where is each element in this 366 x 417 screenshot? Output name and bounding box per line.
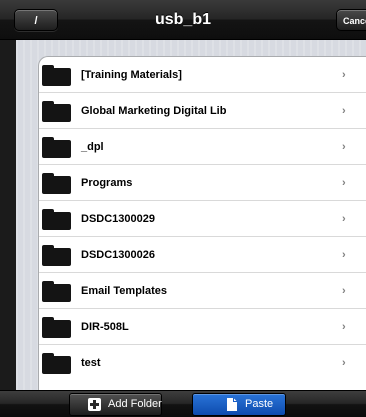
chevron-right-icon: ›	[342, 213, 346, 225]
folder-row[interactable]: [Training Materials] ›	[39, 57, 366, 93]
folder-name: Programs	[81, 177, 133, 189]
folder-icon	[42, 281, 71, 302]
chevron-right-icon: ›	[342, 141, 346, 153]
folder-row[interactable]: DSDC1300026 ›	[39, 237, 366, 273]
chevron-right-icon: ›	[342, 249, 346, 261]
folder-icon	[42, 353, 71, 374]
folder-name: test	[81, 357, 101, 369]
folder-name: DSDC1300026	[81, 249, 155, 261]
folder-icon	[42, 65, 71, 86]
page-title: usb_b1	[154, 11, 211, 28]
cancel-button[interactable]: Cancel	[336, 9, 366, 31]
folder-row[interactable]: Email Templates ›	[39, 273, 366, 309]
folder-name: Email Templates	[81, 285, 167, 297]
chevron-right-icon: ›	[342, 177, 346, 189]
paste-button[interactable]: Paste	[192, 393, 286, 416]
folder-icon	[42, 137, 71, 158]
folder-icon	[42, 101, 71, 122]
folder-icon	[42, 209, 71, 230]
app-window: / usb_b1 Cancel [Training Materials]›Glo…	[0, 0, 366, 417]
folder-name: DIR-508L	[81, 321, 129, 333]
folder-name: DSDC1300029	[81, 213, 155, 225]
content-area: [Training Materials]›Global Marketing Di…	[16, 40, 366, 390]
chevron-right-icon: ›	[342, 357, 346, 369]
folder-name: [Training Materials]	[81, 69, 182, 81]
folder-row[interactable]: test ›	[39, 345, 366, 381]
chevron-right-icon: ›	[342, 69, 346, 81]
folder-name: Global Marketing Digital Lib	[81, 105, 227, 117]
chevron-right-icon: ›	[342, 105, 346, 117]
back-button[interactable]: /	[14, 9, 58, 31]
chevron-right-icon: ›	[342, 285, 346, 297]
bottom-toolbar: Add Folder Paste	[0, 390, 366, 417]
folder-list: [Training Materials]›Global Marketing Di…	[38, 56, 366, 390]
folder-row[interactable]: DSDC1300029 ›	[39, 201, 366, 237]
folder-row[interactable]: DIR-508L ›	[39, 309, 366, 345]
plus-icon	[88, 398, 101, 411]
navigation-bar: / usb_b1 Cancel	[0, 0, 366, 40]
folder-row[interactable]: Global Marketing Digital Lib ›	[39, 93, 366, 129]
folder-row[interactable]: Programs ›	[39, 165, 366, 201]
document-icon	[227, 398, 237, 411]
folder-row[interactable]: _dpl ›	[39, 129, 366, 165]
chevron-right-icon: ›	[342, 321, 346, 333]
folder-icon	[42, 245, 71, 266]
add-folder-button[interactable]: Add Folder	[69, 393, 162, 416]
folder-icon	[42, 317, 71, 338]
paste-label: Paste	[245, 398, 274, 410]
add-folder-label: Add Folder	[108, 398, 162, 410]
folder-icon	[42, 173, 71, 194]
folder-name: _dpl	[81, 141, 104, 153]
